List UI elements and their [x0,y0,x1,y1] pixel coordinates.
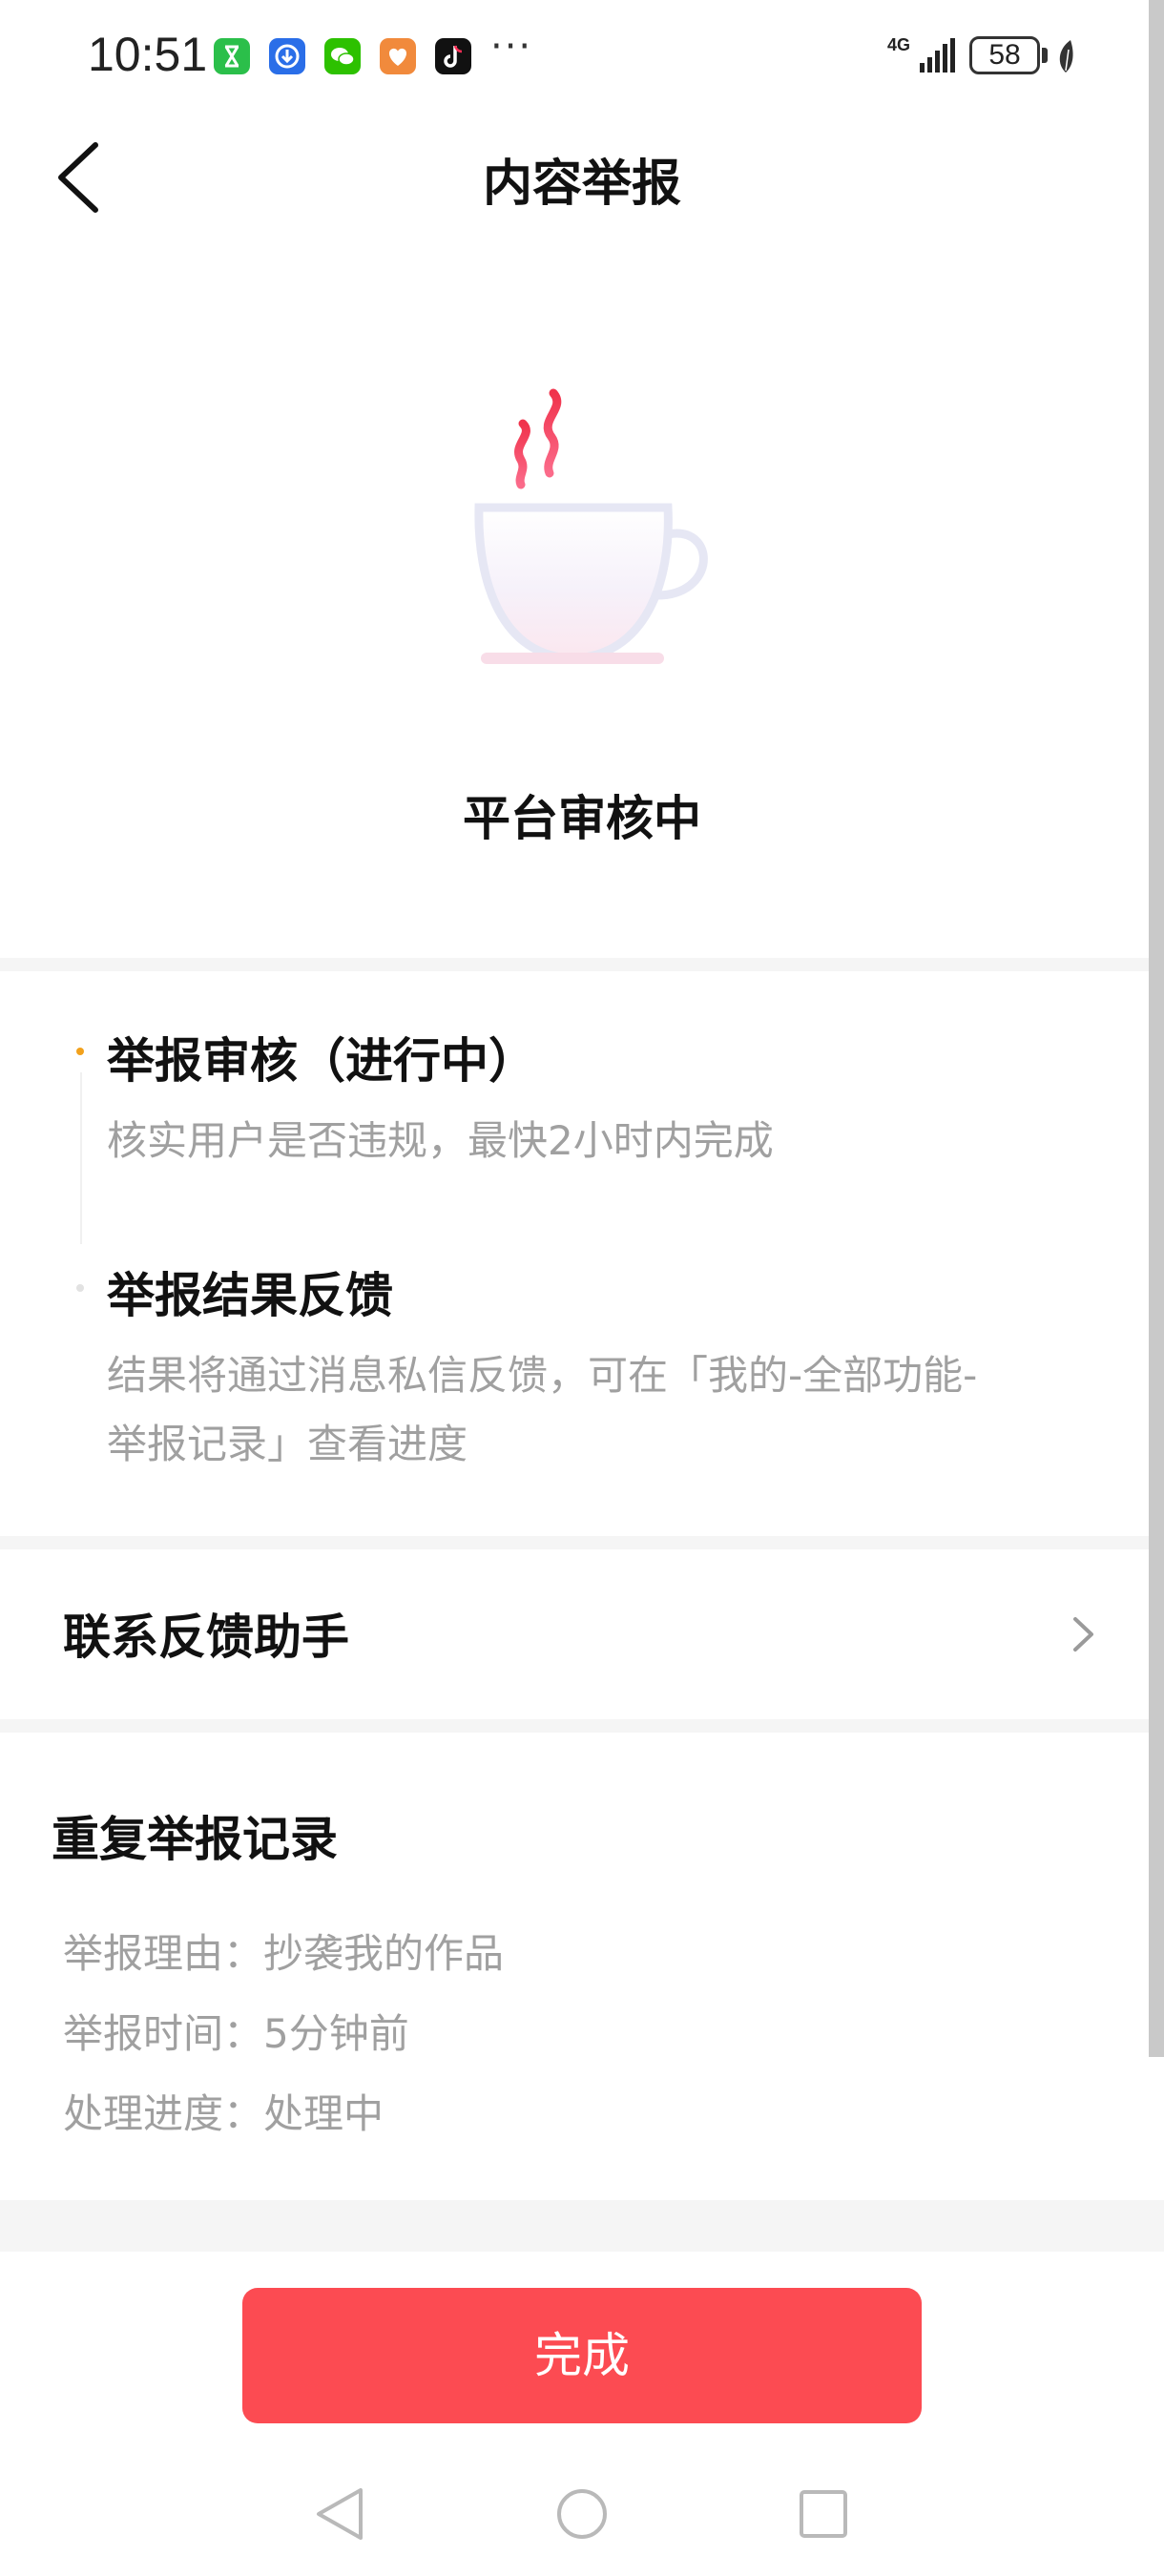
wechat-app-icon [324,38,361,74]
status-time: 10:51 [88,28,208,81]
section-divider [0,958,1149,971]
scrollbar[interactable] [1149,0,1164,2057]
step-pending-dot [76,1284,84,1292]
review-status-title: 平台审核中 [463,791,701,846]
contact-assistant-row[interactable]: 联系反馈助手 [0,1549,1149,1719]
section-divider [0,1536,1149,1549]
coffee-cup-illustration [474,388,708,664]
step-feedback-title: 举报结果反馈 [107,1268,393,1323]
nav-recents-icon[interactable] [790,2481,857,2547]
heart-app-icon [380,38,416,74]
step-active-dot [76,1048,84,1055]
step-review-description: 核实用户是否违规，最快2小时内完成 [107,1117,774,1164]
signal-strength-icon [920,38,955,73]
battery-tip [1042,48,1048,63]
page-title: 内容举报 [482,156,681,213]
hourglass-app-icon [214,38,250,74]
record-time: 举报时间：5分钟前 [63,2010,409,2057]
nav-home-icon[interactable] [549,2481,615,2547]
record-section-title: 重复举报记录 [52,1812,338,1867]
contact-assistant-label: 联系反馈助手 [63,1610,349,1665]
status-bar: 10:51 ··· 4G 58 [0,0,1164,113]
record-progress: 处理进度：处理中 [63,2090,385,2137]
battery-indicator: 58 [969,36,1040,74]
tiktok-app-icon [435,38,471,74]
step-review-title: 举报审核（进行中） [107,1033,536,1089]
shield-app-icon [269,38,305,74]
record-reason: 举报理由：抄袭我的作品 [63,1930,505,1977]
chevron-right-icon [1073,1617,1093,1652]
network-type-label: 4G [887,35,911,54]
section-divider [0,1719,1149,1733]
step-feedback-description-line-1: 结果将通过消息私信反馈，可在「我的-全部功能- [107,1352,978,1399]
step-connector-line [80,1072,82,1244]
more-notifications-icon: ··· [490,25,533,69]
leaf-icon [1059,40,1073,73]
step-feedback-description-line-2: 举报记录」查看进度 [107,1421,468,1467]
footer-divider [0,2200,1164,2252]
done-button[interactable]: 完成 [242,2288,922,2423]
nav-back-icon[interactable] [305,2481,372,2547]
